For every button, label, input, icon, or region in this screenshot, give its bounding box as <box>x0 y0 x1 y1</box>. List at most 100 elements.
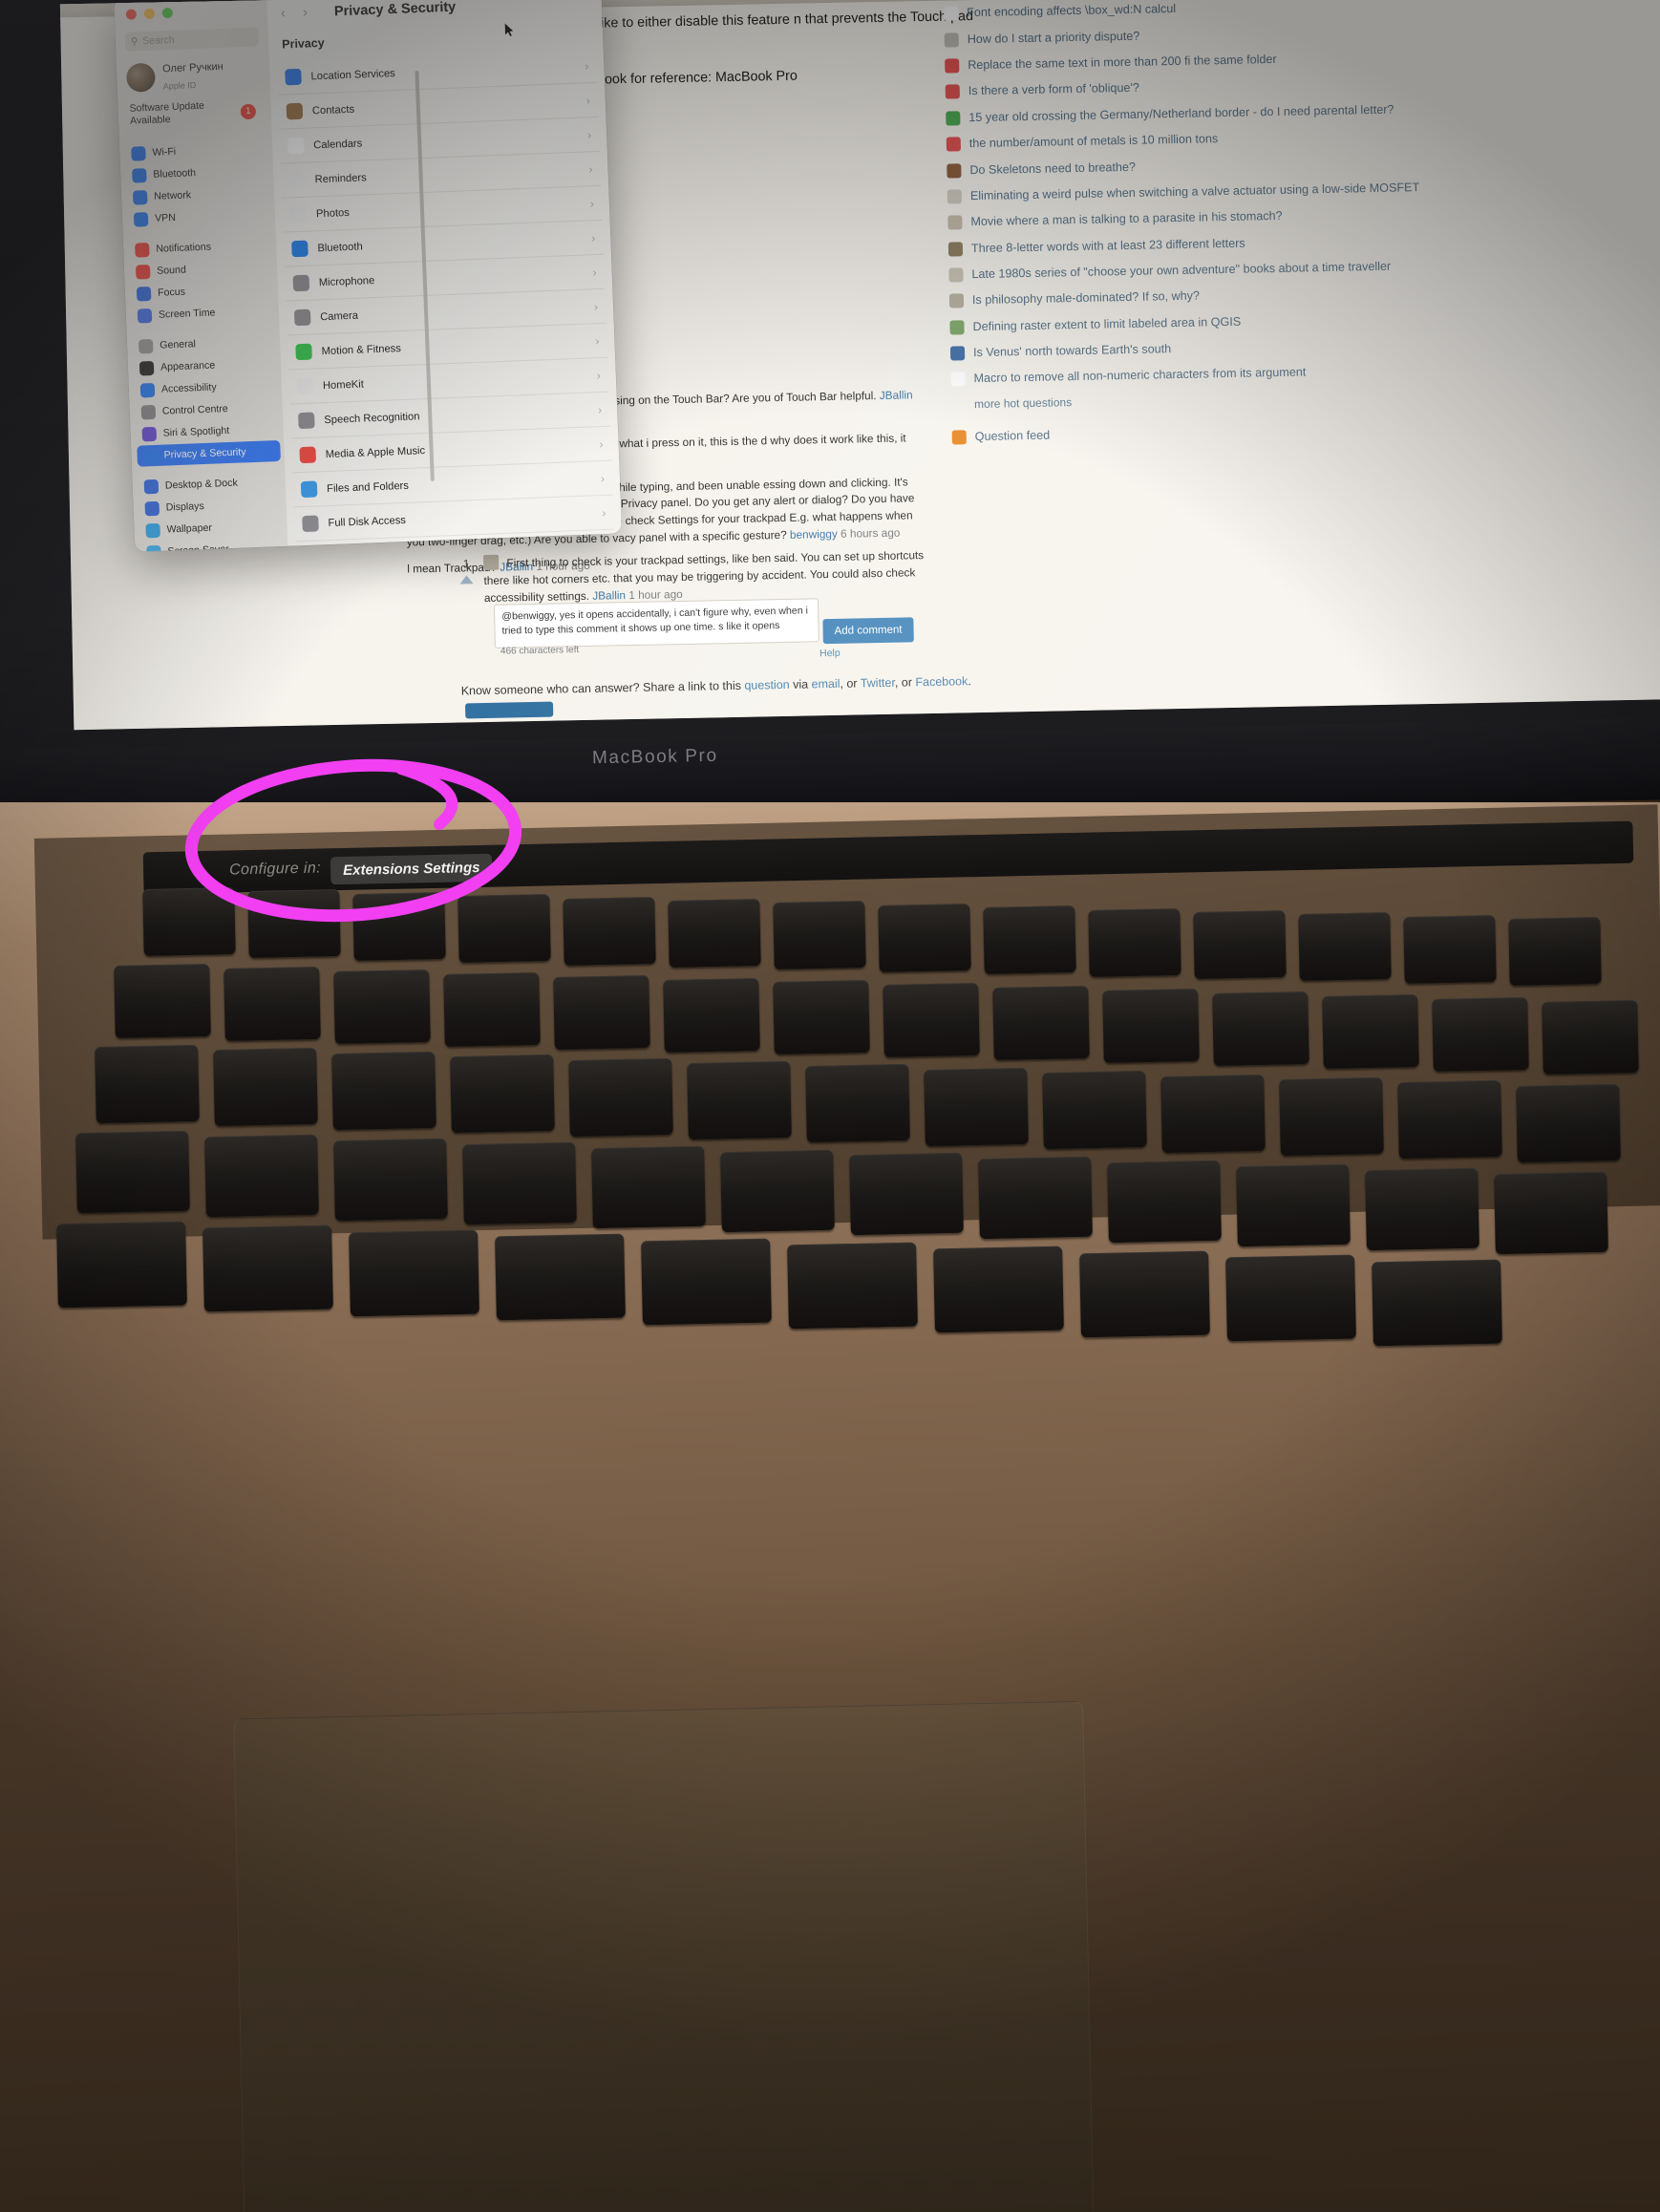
keyboard-key[interactable] <box>1403 914 1497 984</box>
chevron-right-icon[interactable]: › <box>303 4 309 20</box>
keyboard-key[interactable] <box>805 1064 910 1143</box>
minimize-button[interactable] <box>143 8 156 20</box>
comment-input[interactable]: @benwiggy, yes it opens accidentally, i … <box>494 598 819 649</box>
hot-question-item[interactable]: Macro to remove all non-numeric characte… <box>950 356 1660 387</box>
keyboard-key[interactable] <box>247 889 341 959</box>
keyboard-key[interactable] <box>1298 912 1392 982</box>
keyboard-key[interactable] <box>1432 996 1529 1072</box>
keyboard-key[interactable] <box>1236 1163 1351 1247</box>
keyboard-key[interactable] <box>1107 1159 1222 1244</box>
hot-question-item[interactable]: Movie where a man is talking to a parasi… <box>947 200 1660 230</box>
keyboard-key[interactable] <box>1508 917 1602 987</box>
keyboard-key[interactable] <box>223 966 321 1041</box>
share-twitter-link[interactable]: Twitter <box>861 676 895 691</box>
search-input[interactable]: ⚲ Search <box>124 27 260 52</box>
maximize-button[interactable] <box>161 7 174 19</box>
keyboard-key[interactable] <box>849 1153 964 1236</box>
extensions-settings-button[interactable]: Extensions Settings <box>330 853 493 885</box>
share-email-link[interactable]: email <box>811 677 840 691</box>
keyboard-key[interactable] <box>1397 1080 1502 1159</box>
chevron-left-icon[interactable]: ‹ <box>281 5 287 21</box>
keyboard-key[interactable] <box>773 901 866 970</box>
hot-question-item[interactable]: Late 1980s series of "choose your own ad… <box>948 252 1660 283</box>
keyboard-key[interactable] <box>213 1048 318 1127</box>
keyboard-key[interactable] <box>56 1221 187 1308</box>
hot-question-item[interactable]: Three 8-letter words with at least 23 di… <box>947 225 1660 257</box>
keyboard-key[interactable] <box>1225 1254 1356 1342</box>
keyboard-key[interactable] <box>787 1242 918 1329</box>
keyboard-key[interactable] <box>1160 1074 1266 1153</box>
trackpad[interactable] <box>233 1700 1095 2212</box>
keyboard-key[interactable] <box>883 983 980 1058</box>
keyboard-key[interactable] <box>1079 1250 1210 1338</box>
keyboard-key[interactable] <box>1102 989 1200 1064</box>
hot-question-item[interactable]: Is there a verb form of 'oblique'? <box>945 69 1660 100</box>
answer-user[interactable]: JBallin <box>592 588 626 603</box>
keyboard-key[interactable] <box>1193 910 1287 979</box>
keyboard-key[interactable] <box>1365 1167 1479 1251</box>
apple-id-account-row[interactable]: Олег Ручкин Apple ID <box>125 57 224 96</box>
share-facebook-link[interactable]: Facebook <box>915 674 968 689</box>
hot-question-item[interactable]: the number/amount of metals is 10 millio… <box>946 121 1660 152</box>
keyboard-key[interactable] <box>495 1233 626 1321</box>
add-comment-button[interactable]: Add comment <box>822 617 914 645</box>
keyboard-key[interactable] <box>553 974 650 1050</box>
keyboard-key[interactable] <box>773 980 870 1055</box>
hot-question-item[interactable]: Do Skeletons need to breathe? <box>947 147 1660 179</box>
keyboard-key[interactable] <box>933 1245 1064 1333</box>
upvote-icon[interactable] <box>459 575 474 585</box>
keyboard-key[interactable] <box>878 903 971 972</box>
share-question-link[interactable]: question <box>744 678 790 692</box>
keyboard-key[interactable] <box>591 1145 706 1228</box>
keyboard-key[interactable] <box>352 891 446 961</box>
hot-question-item[interactable]: Is philosophy male-dominated? If so, why… <box>948 278 1660 308</box>
keyboard-key[interactable] <box>687 1060 792 1140</box>
primary-action-button[interactable] <box>464 701 554 719</box>
help-link[interactable]: Help <box>819 648 841 659</box>
keyboard-key[interactable] <box>663 977 760 1053</box>
keyboard-key[interactable] <box>1542 999 1639 1074</box>
keyboard-key[interactable] <box>450 1054 555 1134</box>
keyboard-key[interactable] <box>1322 993 1419 1069</box>
keyboard-key[interactable] <box>978 1157 1093 1240</box>
keyboard-key[interactable] <box>668 899 761 968</box>
keyboard-key[interactable] <box>1516 1083 1621 1162</box>
system-settings-window[interactable]: ⚲ Search Олег Ручкин Apple ID Software U… <box>114 0 623 552</box>
keyboard-key[interactable] <box>202 1224 333 1312</box>
more-hot-questions-link[interactable]: more hot questions <box>974 382 1660 411</box>
keyboard-key[interactable] <box>720 1149 835 1232</box>
keyboard-key[interactable] <box>462 1141 577 1224</box>
keyboard-key[interactable] <box>1042 1071 1147 1150</box>
keyboard-key[interactable] <box>333 1138 448 1222</box>
hot-question-item[interactable]: Replace the same text in more than 200 f… <box>945 43 1660 74</box>
keyboard-key[interactable] <box>1372 1259 1502 1346</box>
software-update-row[interactable]: Software Update Available 1 <box>129 97 264 128</box>
keyboard-key[interactable] <box>331 1051 436 1130</box>
hot-question-item[interactable]: Is Venus' north towards Earth's south <box>949 330 1660 361</box>
keyboard-key[interactable] <box>114 963 211 1039</box>
keyboard-key[interactable] <box>458 894 551 964</box>
keyboard-key[interactable] <box>204 1134 319 1218</box>
hot-question-item[interactable]: Eliminating a weird pulse when switching… <box>947 174 1660 204</box>
keyboard-key[interactable] <box>333 968 431 1044</box>
keyboard-key[interactable] <box>924 1067 1029 1146</box>
keyboard-key[interactable] <box>95 1044 200 1124</box>
keyboard-key[interactable] <box>1494 1171 1608 1255</box>
keyboard-key[interactable] <box>443 971 541 1047</box>
keyboard-key[interactable] <box>983 905 1076 975</box>
hot-question-item[interactable]: Font encoding affects \box_wd:N calcul <box>944 0 1660 21</box>
question-feed-row[interactable]: Question feed <box>951 415 1660 445</box>
comment-user[interactable]: JBallin <box>880 388 913 402</box>
comment-user[interactable]: benwiggy <box>790 527 838 542</box>
keyboard-key[interactable] <box>1088 907 1181 977</box>
hot-question-item[interactable]: How do I start a priority dispute? <box>944 16 1660 48</box>
keyboard-key[interactable] <box>568 1057 673 1137</box>
keyboard-key[interactable] <box>992 986 1090 1061</box>
window-controls[interactable] <box>125 7 174 20</box>
keyboard-key[interactable] <box>75 1130 190 1214</box>
keyboard-key[interactable] <box>1212 990 1309 1067</box>
keyboard-key[interactable] <box>142 887 236 956</box>
close-button[interactable] <box>125 9 138 20</box>
keyboard-key[interactable] <box>563 896 656 966</box>
keyboard-key[interactable] <box>1279 1076 1384 1157</box>
